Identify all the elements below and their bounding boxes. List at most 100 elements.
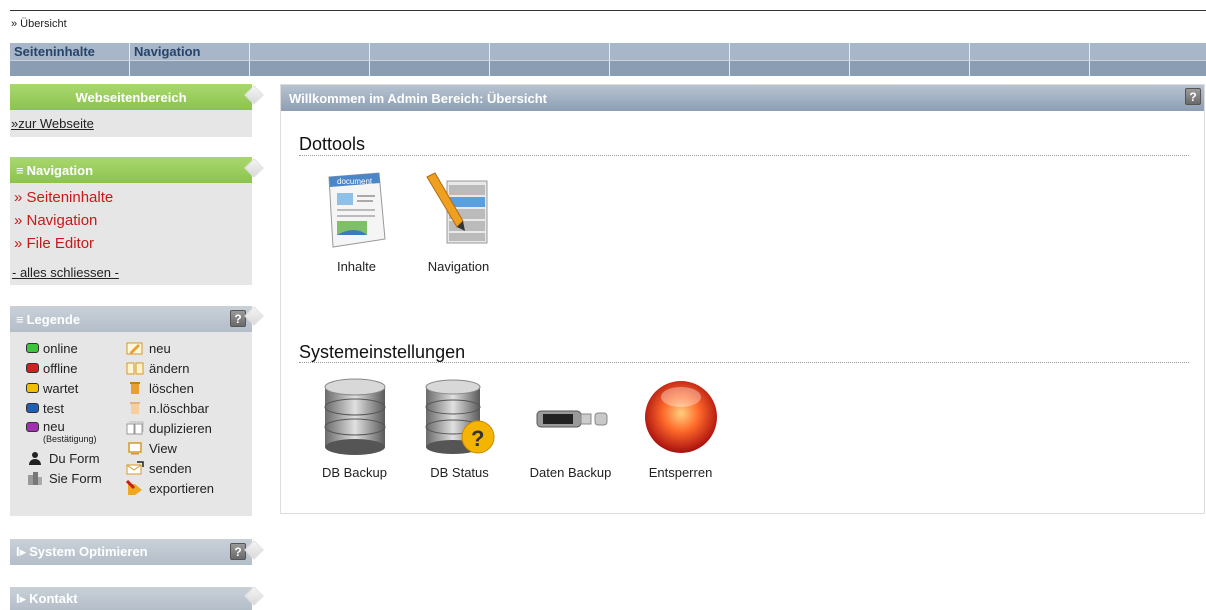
- tab-empty-8: [850, 43, 970, 60]
- tile-label: DB Backup: [321, 465, 388, 480]
- tab-empty-6: [610, 43, 730, 60]
- legende-header[interactable]: ≡ Legende ?: [10, 306, 252, 332]
- legend-label: ändern: [149, 360, 190, 376]
- tile-label: Entsperren: [648, 465, 713, 480]
- database-icon: [324, 378, 385, 455]
- building-icon: [26, 471, 44, 485]
- subnav-cell: [250, 61, 370, 76]
- tile-label: Inhalte: [336, 259, 377, 274]
- tile-label: DB Status: [430, 465, 489, 480]
- duplicate-icon: [126, 421, 144, 435]
- expand-icon[interactable]: I▸: [16, 591, 26, 606]
- top-navigation-bar: Seiteninhalte Navigation: [10, 43, 1206, 76]
- monitor-icon: [126, 441, 144, 455]
- subnav-cell: [850, 61, 970, 76]
- usb-drive-icon: [536, 410, 607, 428]
- tab-seiteninhalte[interactable]: Seiteninhalte: [10, 43, 130, 60]
- legend-grid: online offline wartet test neu (Bestätigu…: [10, 332, 252, 504]
- legend-label: Du Form: [49, 450, 100, 466]
- trash-icon: [126, 381, 144, 395]
- tab-empty-3: [250, 43, 370, 60]
- section-divider: [299, 155, 1189, 156]
- tile-label: Navigation: [427, 259, 490, 274]
- legend-label: wartet: [43, 380, 79, 396]
- expand-icon[interactable]: I▸: [16, 544, 26, 559]
- legend-label: Sie Form: [49, 470, 102, 486]
- legend-label: exportieren: [149, 480, 215, 496]
- legend-label: duplizieren: [149, 420, 212, 436]
- legend-label: neu: [43, 419, 65, 434]
- svg-text:?: ?: [471, 426, 484, 451]
- top-divider: [10, 10, 1206, 11]
- legend-label: neu: [149, 340, 171, 356]
- subnav-cell: [370, 61, 490, 76]
- legend-label: n.löschbar: [149, 400, 209, 416]
- help-icon[interactable]: ?: [230, 543, 246, 560]
- tab-empty-4: [370, 43, 490, 60]
- kontakt-title: Kontakt: [29, 590, 78, 606]
- tile-navigation[interactable]: Navigation: [411, 169, 506, 274]
- tab-empty-5: [490, 43, 610, 60]
- export-icon: [126, 480, 144, 495]
- navigation-box: ≡ Navigation » Seiteninhalte » Navigation…: [10, 157, 252, 285]
- system-optimieren-box: I▸ System Optimieren ?: [10, 539, 252, 565]
- kontakt-box: I▸ Kontakt: [10, 587, 252, 610]
- zur-webseite-link[interactable]: »zur Webseite: [11, 116, 94, 131]
- subnav-cell: [130, 61, 250, 76]
- main-panel: Willkommen im Admin Bereich: Übersicht ?…: [280, 84, 1205, 514]
- status-neu-icon: [26, 422, 39, 432]
- svg-text:document: document: [337, 177, 373, 186]
- tab-empty-10: [1090, 43, 1206, 60]
- system-optimieren-header[interactable]: I▸ System Optimieren ?: [10, 539, 252, 565]
- tile-entsperren[interactable]: Entsperren: [633, 375, 728, 480]
- status-test-icon: [26, 403, 39, 413]
- dottools-title: Dottools: [299, 134, 366, 154]
- webseitenbereich-box: Webseitenbereich »zur Webseite: [10, 84, 252, 137]
- help-icon[interactable]: ?: [1185, 88, 1201, 105]
- tile-db-status[interactable]: ? DB Status: [412, 375, 507, 480]
- tile-daten-backup[interactable]: Daten Backup: [523, 375, 618, 480]
- legende-box: ≡ Legende ? online offline wartet test ne…: [10, 306, 252, 516]
- legend-label: senden: [149, 460, 192, 476]
- kontakt-header[interactable]: I▸ Kontakt: [10, 587, 252, 610]
- breadcrumb: » Übersicht: [11, 18, 67, 30]
- nav-link-seiteninhalte[interactable]: » Seiteninhalte: [10, 186, 252, 209]
- envelope-icon: [126, 461, 144, 475]
- legend-sublabel: (Bestätigung): [43, 434, 97, 444]
- collapse-icon[interactable]: ≡: [16, 163, 24, 178]
- main-header: Willkommen im Admin Bereich: Übersicht ?: [281, 85, 1204, 111]
- person-icon: [26, 451, 44, 465]
- status-offline-icon: [26, 363, 39, 373]
- navigation-header[interactable]: ≡ Navigation: [10, 157, 252, 183]
- subnav-cell: [730, 61, 850, 76]
- webseitenbereich-header: Webseitenbereich: [10, 84, 252, 110]
- tile-inhalte[interactable]: document Inhalte: [309, 169, 404, 274]
- subnav-cell: [1090, 61, 1206, 76]
- main-title: Willkommen im Admin Bereich: Übersicht: [289, 91, 548, 106]
- legend-label: offline: [43, 360, 78, 376]
- legend-label: test: [43, 400, 64, 416]
- nav-link-file-editor[interactable]: » File Editor: [10, 232, 252, 255]
- tab-navigation[interactable]: Navigation: [130, 43, 250, 60]
- section-divider: [299, 362, 1189, 363]
- collapse-icon[interactable]: ≡: [16, 312, 24, 327]
- tile-label: Daten Backup: [529, 465, 612, 480]
- document-icon: document: [327, 172, 386, 248]
- status-online-icon: [26, 343, 39, 353]
- book-icon: [126, 361, 144, 375]
- tab-empty-9: [970, 43, 1090, 60]
- trash-disabled-icon: [126, 401, 144, 415]
- alarm-light-icon: [644, 381, 717, 453]
- nav-link-navigation[interactable]: » Navigation: [10, 209, 252, 232]
- subnav-cell: [970, 61, 1090, 76]
- navigation-icon: [425, 172, 487, 244]
- status-wartet-icon: [26, 383, 39, 393]
- database-status-icon: ?: [425, 379, 494, 454]
- close-all-link[interactable]: - alles schliessen -: [10, 255, 252, 280]
- subnav-cell: [490, 61, 610, 76]
- help-icon[interactable]: ?: [230, 310, 246, 327]
- pencil-icon: [126, 341, 144, 355]
- tile-db-backup[interactable]: DB Backup: [307, 375, 402, 480]
- legend-label: löschen: [149, 380, 194, 396]
- legend-label: online: [43, 340, 78, 356]
